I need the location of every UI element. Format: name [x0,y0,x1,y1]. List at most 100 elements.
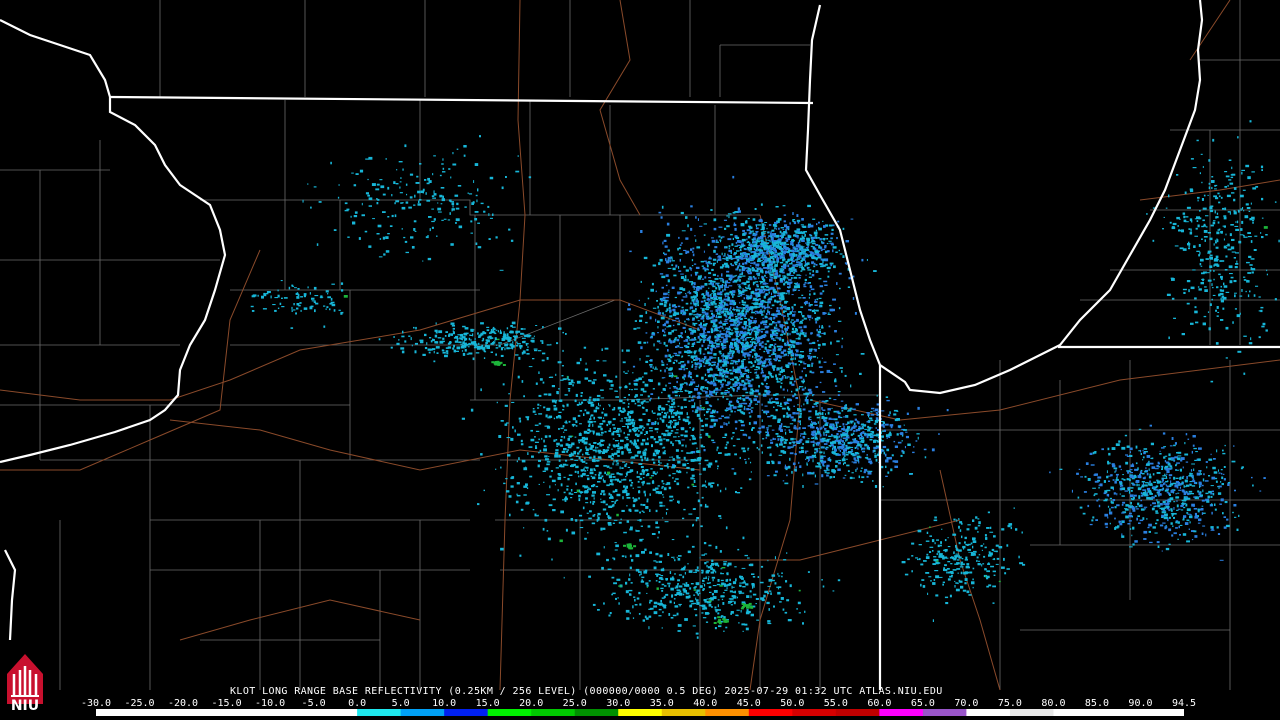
echo-pixel [701,360,705,362]
echo-pixel [726,361,729,364]
echo-pixel [699,225,703,227]
echo-pixel [753,342,758,345]
echo-pixel [523,527,525,529]
echo-pixel [876,394,878,397]
echo-pixel [845,439,847,442]
echo-pixel [588,398,591,402]
echo-pixel [541,437,543,440]
echo-pixel [639,319,643,322]
echo-pixel [724,282,726,285]
echo-pixel [764,411,767,413]
echo-pixel [702,353,706,355]
echo-pixel [618,442,620,445]
echo-pixel [833,436,838,439]
echo-pixel [820,371,824,374]
echo-pixel [737,548,740,551]
echo-pixel [688,395,691,398]
echo-pixel [778,427,782,431]
echo-pixel [589,488,592,491]
echo-pixel [737,284,741,286]
echo-pixel [789,270,793,272]
echo-pixel [783,241,785,245]
echo-pixel [669,356,673,359]
echo-pixel [843,416,847,418]
echo-pixel [636,446,640,449]
echo-pixel [738,262,741,266]
echo-pixel [638,490,641,493]
echo-pixel [815,410,818,413]
echo-pixel [744,387,747,390]
echo-pixel [894,445,898,448]
echo-pixel [730,250,732,252]
echo-pixel [809,272,811,275]
echo-pixel [645,360,649,363]
echo-pixel [737,207,740,211]
echo-pixel [672,386,677,388]
echo-pixel [593,455,596,459]
echo-pixel [716,343,720,346]
echo-pixel [775,470,778,473]
echo-pixel [669,424,671,428]
echo-pixel [771,461,775,465]
echo-pixel [734,411,736,413]
echo-pixel [717,274,719,277]
echo-pixel [798,387,800,390]
echo-pixel [483,489,485,492]
echo-pixel [638,299,640,302]
echo-pixel [821,332,824,334]
echo-pixel [692,250,694,253]
echo-pixel [704,276,707,279]
echo-pixel [691,381,696,384]
echo-pixel [698,463,701,465]
echo-pixel [718,374,723,377]
echo-pixel [496,401,498,404]
echo-pixel [680,211,684,215]
echo-pixel [606,379,610,382]
echo-pixel [818,227,822,231]
echo-pixel [729,393,732,396]
echo-pixel [555,467,559,469]
echo-pixel [562,499,565,501]
echo-pixel [609,388,613,390]
echo-pixel [735,337,738,341]
echo-pixel [672,443,674,447]
echo-pixel [766,340,770,343]
echo-pixel [880,435,884,438]
echo-pixel [633,327,637,330]
echo-pixel [608,516,612,520]
echo-pixel [682,313,686,316]
echo-pixel [604,471,606,475]
echo-pixel [640,394,643,396]
echo-pixel [560,444,563,447]
echo-pixel [769,264,773,266]
echo-pixel [819,263,823,265]
echo-pixel [779,324,784,327]
echo-pixel [808,296,810,299]
echo-pixel [723,298,727,301]
echo-pixel [697,320,700,322]
echo-pixel [783,283,786,286]
echo-pixel [875,427,877,429]
echo-pixel [686,295,688,298]
echo-pixel [867,433,871,437]
echo-pixel [797,255,802,258]
echo-pixel [638,497,640,500]
echo-pixel [742,373,746,375]
echo-pixel [842,423,845,426]
echo-pixel [639,519,642,522]
echo-pixel [752,355,754,358]
echo-pixel [821,446,824,449]
echo-pixel [767,391,771,393]
echo-pixel [775,398,779,401]
echo-pixel [603,417,605,419]
echo-pixel [523,395,525,398]
echo-pixel [756,245,759,248]
echo-pixel [808,458,810,461]
echo-pixel [686,318,690,320]
echo-pixel [775,206,779,208]
echo-pixel [636,471,638,474]
echo-pixel [754,353,757,356]
echo-pixel [742,252,747,255]
echo-pixel [747,379,752,382]
echo-pixel [611,432,615,436]
